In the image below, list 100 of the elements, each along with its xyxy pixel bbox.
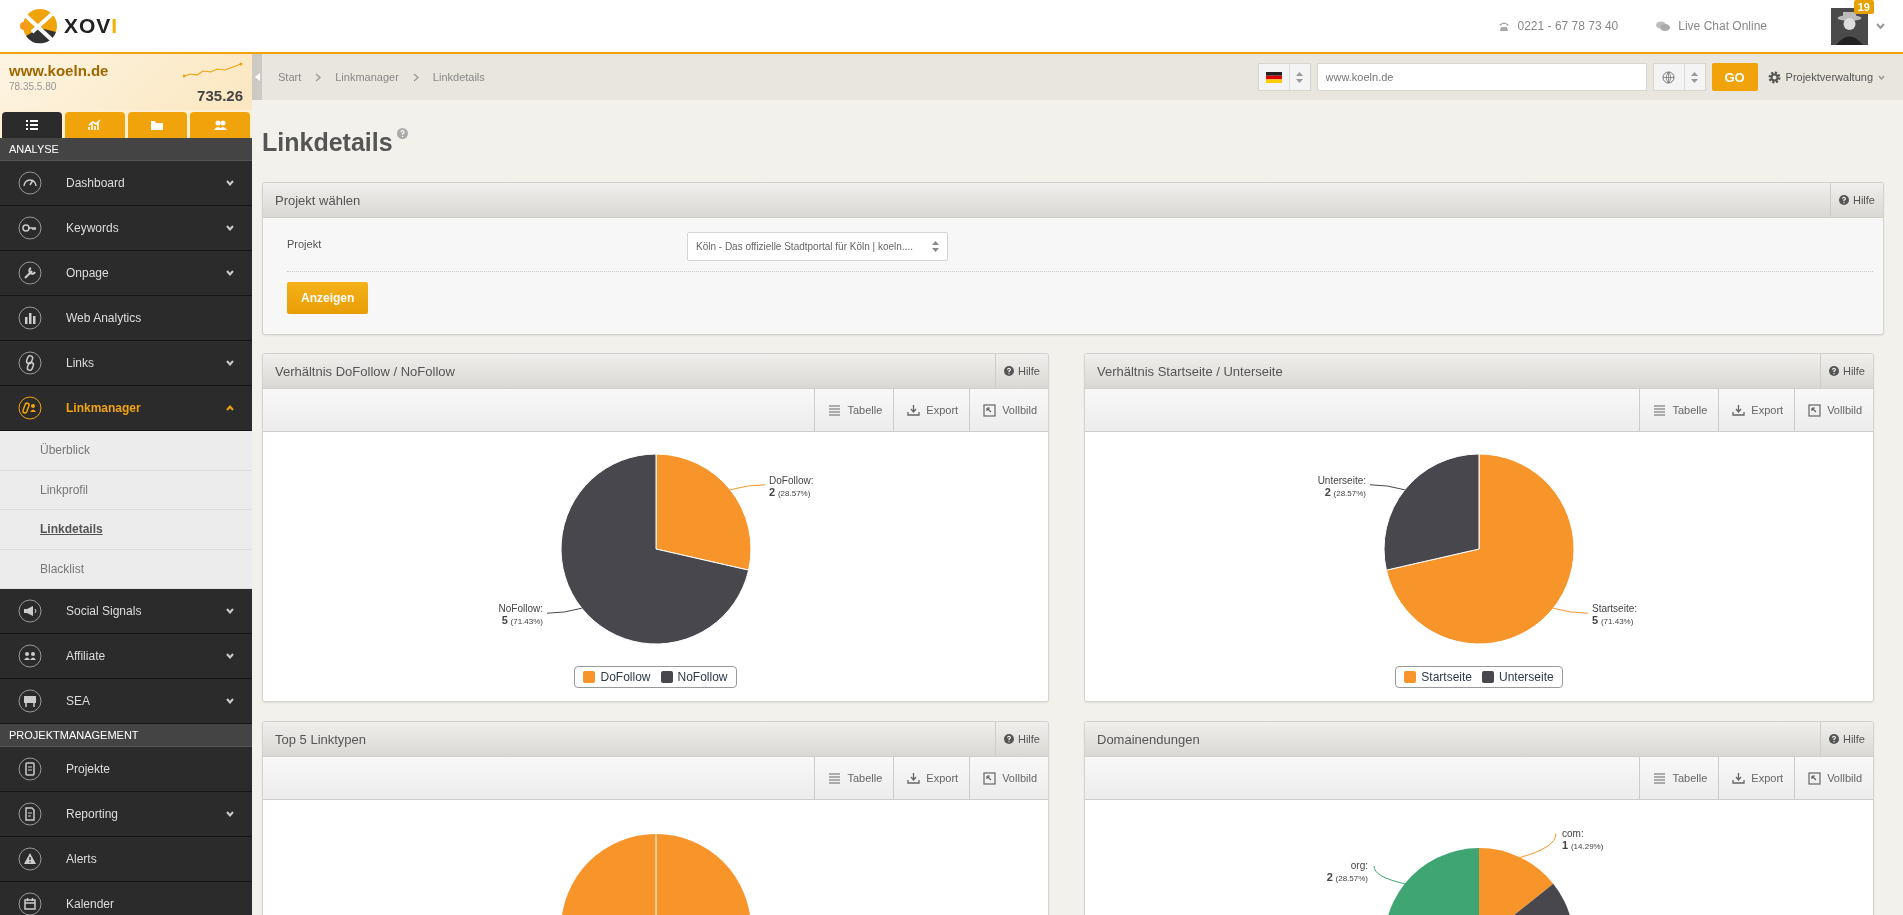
list-icon xyxy=(24,119,39,131)
slice-value: 1 (14.29%) xyxy=(1562,838,1604,851)
pie-slice[interactable] xyxy=(655,453,751,571)
help-link[interactable]: Hilfe xyxy=(995,722,1048,756)
link-person-icon xyxy=(18,396,42,420)
nav-item[interactable]: Projekte xyxy=(0,747,252,792)
site-score: 735.26 xyxy=(197,87,243,104)
phone-number: 0221 - 67 78 73 40 xyxy=(1517,19,1619,33)
country-select[interactable] xyxy=(1257,63,1311,91)
toolbar-button[interactable]: Vollbild xyxy=(969,757,1048,799)
legend-label[interactable]: Startseite xyxy=(1421,670,1472,684)
leader-line xyxy=(1373,865,1406,885)
warning-icon xyxy=(18,847,42,871)
slice-label: com: xyxy=(1562,827,1584,839)
logo-icon xyxy=(18,6,58,46)
nav-subitem[interactable]: Linkprofil xyxy=(0,470,252,510)
people-icon xyxy=(18,644,42,668)
legend-swatch xyxy=(1404,671,1417,683)
settings-icon xyxy=(1767,70,1781,84)
legend-swatch xyxy=(1482,671,1494,683)
chevron-up-icon xyxy=(226,405,234,411)
toolbar-button[interactable]: Export xyxy=(893,757,970,799)
toolbar-button[interactable]: Tabelle xyxy=(1639,389,1719,431)
legend-label[interactable]: NoFollow xyxy=(677,670,728,684)
pie-slice[interactable] xyxy=(1385,453,1575,645)
url-field[interactable]: www.koeln.de xyxy=(1316,63,1647,91)
chat-icon xyxy=(1656,20,1671,32)
gauge-icon xyxy=(18,171,42,195)
toolbar-button[interactable]: Export xyxy=(893,389,970,431)
nav-item[interactable]: Dashboard xyxy=(0,161,252,206)
search-engine-select[interactable] xyxy=(1652,63,1706,91)
toolbar-button[interactable]: Export xyxy=(1718,389,1795,431)
pie-slice[interactable] xyxy=(1383,453,1480,571)
toolbar-button[interactable]: Vollbild xyxy=(1794,757,1873,799)
live-chat-link[interactable]: Live Chat Online xyxy=(1678,19,1767,33)
chevron-down-icon xyxy=(226,360,234,366)
nav-item[interactable]: Keywords xyxy=(0,206,252,251)
slice-value: 5 (71.43%) xyxy=(1592,614,1634,627)
legend-label[interactable]: DoFollow xyxy=(600,670,651,684)
nav-item[interactable]: Reporting xyxy=(0,792,252,837)
table-icon xyxy=(1653,403,1667,417)
leader-line xyxy=(1369,484,1406,491)
nav-subitem[interactable]: Überblick xyxy=(0,431,252,471)
help-icon xyxy=(1829,734,1839,744)
field-label: Projekt xyxy=(287,237,323,250)
users-icon xyxy=(213,119,228,131)
chevron-right-icon xyxy=(412,72,419,82)
page-title: Linkdetails xyxy=(262,128,393,157)
chevron-down-icon xyxy=(226,608,234,614)
leader-line xyxy=(1519,833,1557,858)
help-link[interactable]: Hilfe xyxy=(995,354,1048,388)
project-menu[interactable]: Projektverwaltung xyxy=(1767,70,1885,84)
help-icon xyxy=(1004,734,1014,744)
nav-subitem[interactable]: Linkdetails xyxy=(0,510,252,550)
slice-label: Startseite: xyxy=(1592,603,1638,615)
chevron-right-icon xyxy=(315,72,322,82)
toolbar-button[interactable]: Tabelle xyxy=(1639,757,1719,799)
help-icon xyxy=(1829,366,1839,376)
slice-label: DoFollow: xyxy=(768,474,813,486)
project-select[interactable]: Köln - Das offizielle Stadtportal für Köln | koeln.... xyxy=(687,232,948,261)
table-icon xyxy=(828,403,842,417)
nav-item[interactable]: Links xyxy=(0,341,252,386)
chevron-down-icon xyxy=(226,698,234,704)
list-icon xyxy=(18,757,42,781)
slice-value: 5 (71.43%) xyxy=(501,614,543,627)
help-link[interactable]: Hilfe xyxy=(1820,354,1873,388)
toolbar-button[interactable]: Tabelle xyxy=(814,389,894,431)
sidebar-collapse-handle[interactable] xyxy=(252,54,262,100)
toolbar-button[interactable]: Vollbild xyxy=(1794,389,1873,431)
nav-item[interactable]: Alerts xyxy=(0,837,252,882)
fullscreen-icon xyxy=(983,771,997,785)
toolbar-button[interactable]: Tabelle xyxy=(814,757,894,799)
nav-item[interactable]: Affiliate xyxy=(0,634,252,679)
nav-item[interactable]: Web Analytics xyxy=(0,296,252,341)
slice-value: 2 (28.57%) xyxy=(1326,871,1368,884)
help-link[interactable]: Hilfe xyxy=(1820,722,1873,756)
chevron-down-icon xyxy=(226,180,234,186)
chevron-down-icon xyxy=(226,811,234,817)
caret-icon[interactable] xyxy=(1876,23,1885,29)
slice-value: 2 (28.57%) xyxy=(768,485,810,498)
nav-subitem[interactable]: Blacklist xyxy=(0,549,252,589)
legend-label[interactable]: Unterseite xyxy=(1499,670,1554,684)
triangle-left-icon xyxy=(254,73,260,81)
section-heading: ANALYSE xyxy=(0,138,252,161)
nav-item[interactable]: Social Signals xyxy=(0,589,252,634)
help-link[interactable]: Hilfe xyxy=(1830,183,1883,217)
toolbar-button[interactable]: Vollbild xyxy=(969,389,1048,431)
sidebar-tab[interactable] xyxy=(2,112,62,138)
bar-chart-icon xyxy=(18,306,42,330)
sign-icon xyxy=(18,689,42,713)
globe-icon xyxy=(1662,70,1676,84)
slice-value: 2 (28.57%) xyxy=(1324,485,1366,498)
panel-title: Verhältnis DoFollow / NoFollow xyxy=(274,363,455,379)
toolbar-button[interactable]: Export xyxy=(1718,757,1795,799)
nav-item[interactable]: Kalender xyxy=(0,882,252,915)
slice-label: NoFollow: xyxy=(498,603,543,615)
caret-icon xyxy=(1878,74,1885,80)
pie-slice[interactable] xyxy=(560,453,749,645)
sparkline-drawing xyxy=(183,62,243,78)
nav-item[interactable]: Onpage xyxy=(0,251,252,296)
